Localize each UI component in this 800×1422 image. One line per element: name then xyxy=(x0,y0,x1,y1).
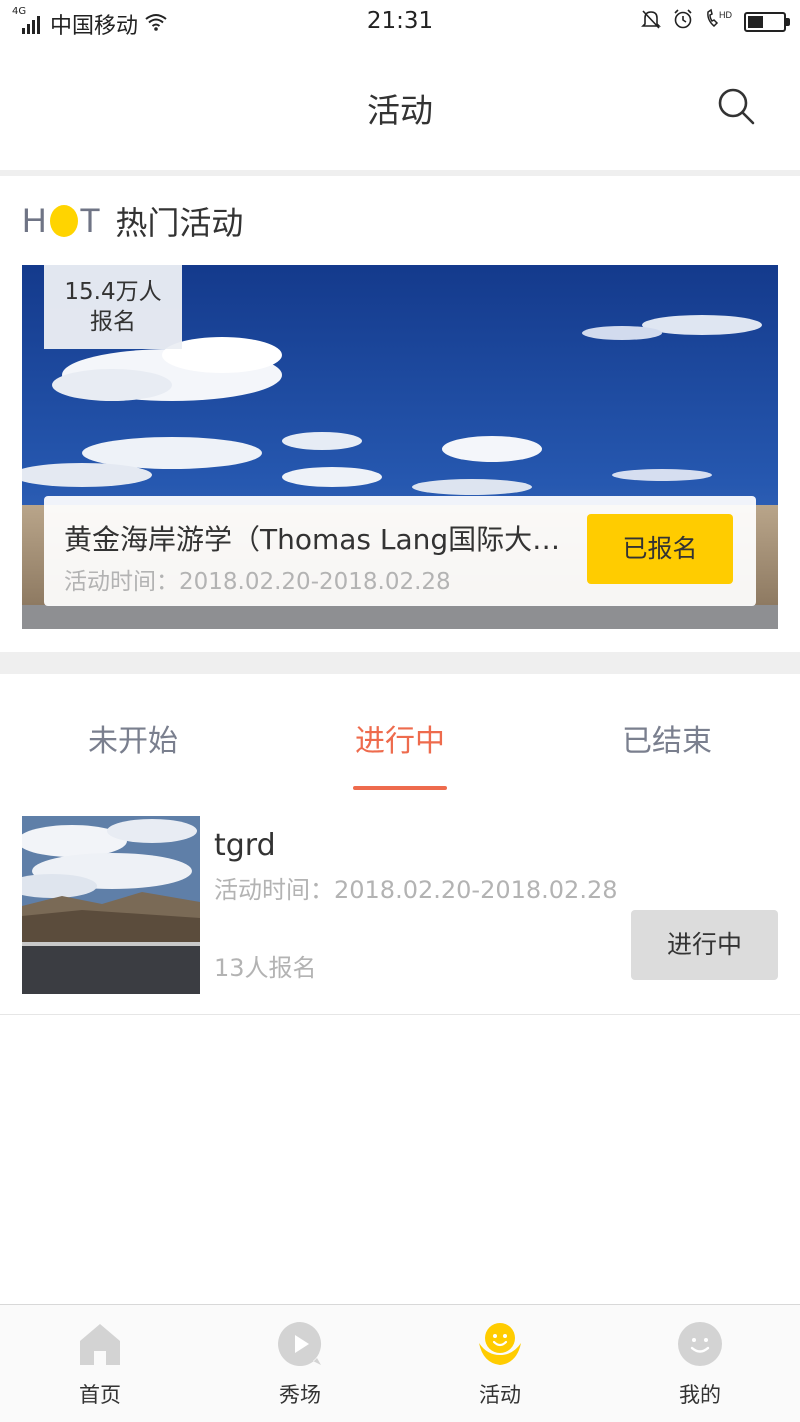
page-title: 活动 xyxy=(367,91,433,130)
battery-icon xyxy=(744,11,790,32)
nav-bar: 活动 xyxy=(0,44,800,170)
tabbar-label-home: 首页 xyxy=(79,1383,121,1407)
hot-logo-left: H xyxy=(22,201,48,240)
signup-count-label: 报名 xyxy=(90,309,136,335)
hd-call-icon: HD xyxy=(704,8,734,35)
alarm-icon xyxy=(672,8,694,35)
tabbar-item-activity[interactable]: 活动 xyxy=(400,1305,600,1422)
hot-logo: H T xyxy=(22,202,101,241)
tabbar-label-activity: 活动 xyxy=(479,1383,521,1407)
activity-thumbnail xyxy=(22,816,200,994)
profile-icon xyxy=(678,1322,722,1366)
divider xyxy=(0,170,800,176)
battery-level xyxy=(748,15,763,28)
home-icon xyxy=(80,1324,120,1365)
search-icon[interactable] xyxy=(716,86,756,126)
tabbar-label-profile: 我的 xyxy=(679,1383,721,1407)
status-bar: 4G 中国移动 21:31 HD xyxy=(0,0,800,44)
hot-section-header: H T 热门活动 xyxy=(22,196,243,246)
activity-name: tgrd xyxy=(214,828,276,863)
tabbar-label-show: 秀场 xyxy=(279,1383,321,1407)
tab-not-started[interactable]: 未开始 xyxy=(33,716,233,760)
hot-section-title: 热门活动 xyxy=(115,204,244,242)
banner-info-card: 黄金海岸游学（Thomas Lang国际大… 活动时间：2018.02.20-2… xyxy=(44,496,756,606)
hot-logo-right: T xyxy=(79,201,102,240)
signup-count: 15.4万人 xyxy=(64,279,162,305)
activity-icon xyxy=(479,1323,521,1365)
svg-text:HD: HD xyxy=(719,10,732,20)
hot-logo-dot-icon xyxy=(49,205,78,237)
registered-button[interactable]: 已报名 xyxy=(587,514,733,584)
activity-time: 活动时间：2018.02.20-2018.02.28 xyxy=(214,876,618,904)
mute-bell-icon xyxy=(640,8,662,35)
tab-active-indicator xyxy=(353,786,447,790)
section-divider xyxy=(0,652,800,674)
banner-activity-time: 活动时间：2018.02.20-2018.02.28 xyxy=(64,569,451,595)
list-item[interactable]: tgrd 活动时间：2018.02.20-2018.02.28 13人报名 进行… xyxy=(0,800,800,1015)
tabbar-item-show[interactable]: 秀场 xyxy=(200,1305,400,1422)
ongoing-button[interactable]: 进行中 xyxy=(631,910,778,980)
tab-ended[interactable]: 已结束 xyxy=(567,716,767,760)
activity-signup-count: 13人报名 xyxy=(214,954,317,982)
hot-activity-banner[interactable]: 15.4万人 报名 黄金海岸游学（Thomas Lang国际大… 活动时间：20… xyxy=(22,265,778,629)
signup-count-badge: 15.4万人 报名 xyxy=(44,265,182,349)
tab-ongoing[interactable]: 进行中 xyxy=(300,716,500,760)
tabbar-item-profile[interactable]: 我的 xyxy=(600,1305,800,1422)
banner-activity-name: 黄金海岸游学（Thomas Lang国际大… xyxy=(64,523,561,556)
tabbar-item-home[interactable]: 首页 xyxy=(0,1305,200,1422)
play-icon xyxy=(278,1322,322,1366)
activity-status-tabs: 未开始 进行中 已结束 xyxy=(0,674,800,796)
status-right: HD xyxy=(640,8,790,35)
bottom-tab-bar: 首页 秀场 活动 我的 xyxy=(0,1304,800,1422)
